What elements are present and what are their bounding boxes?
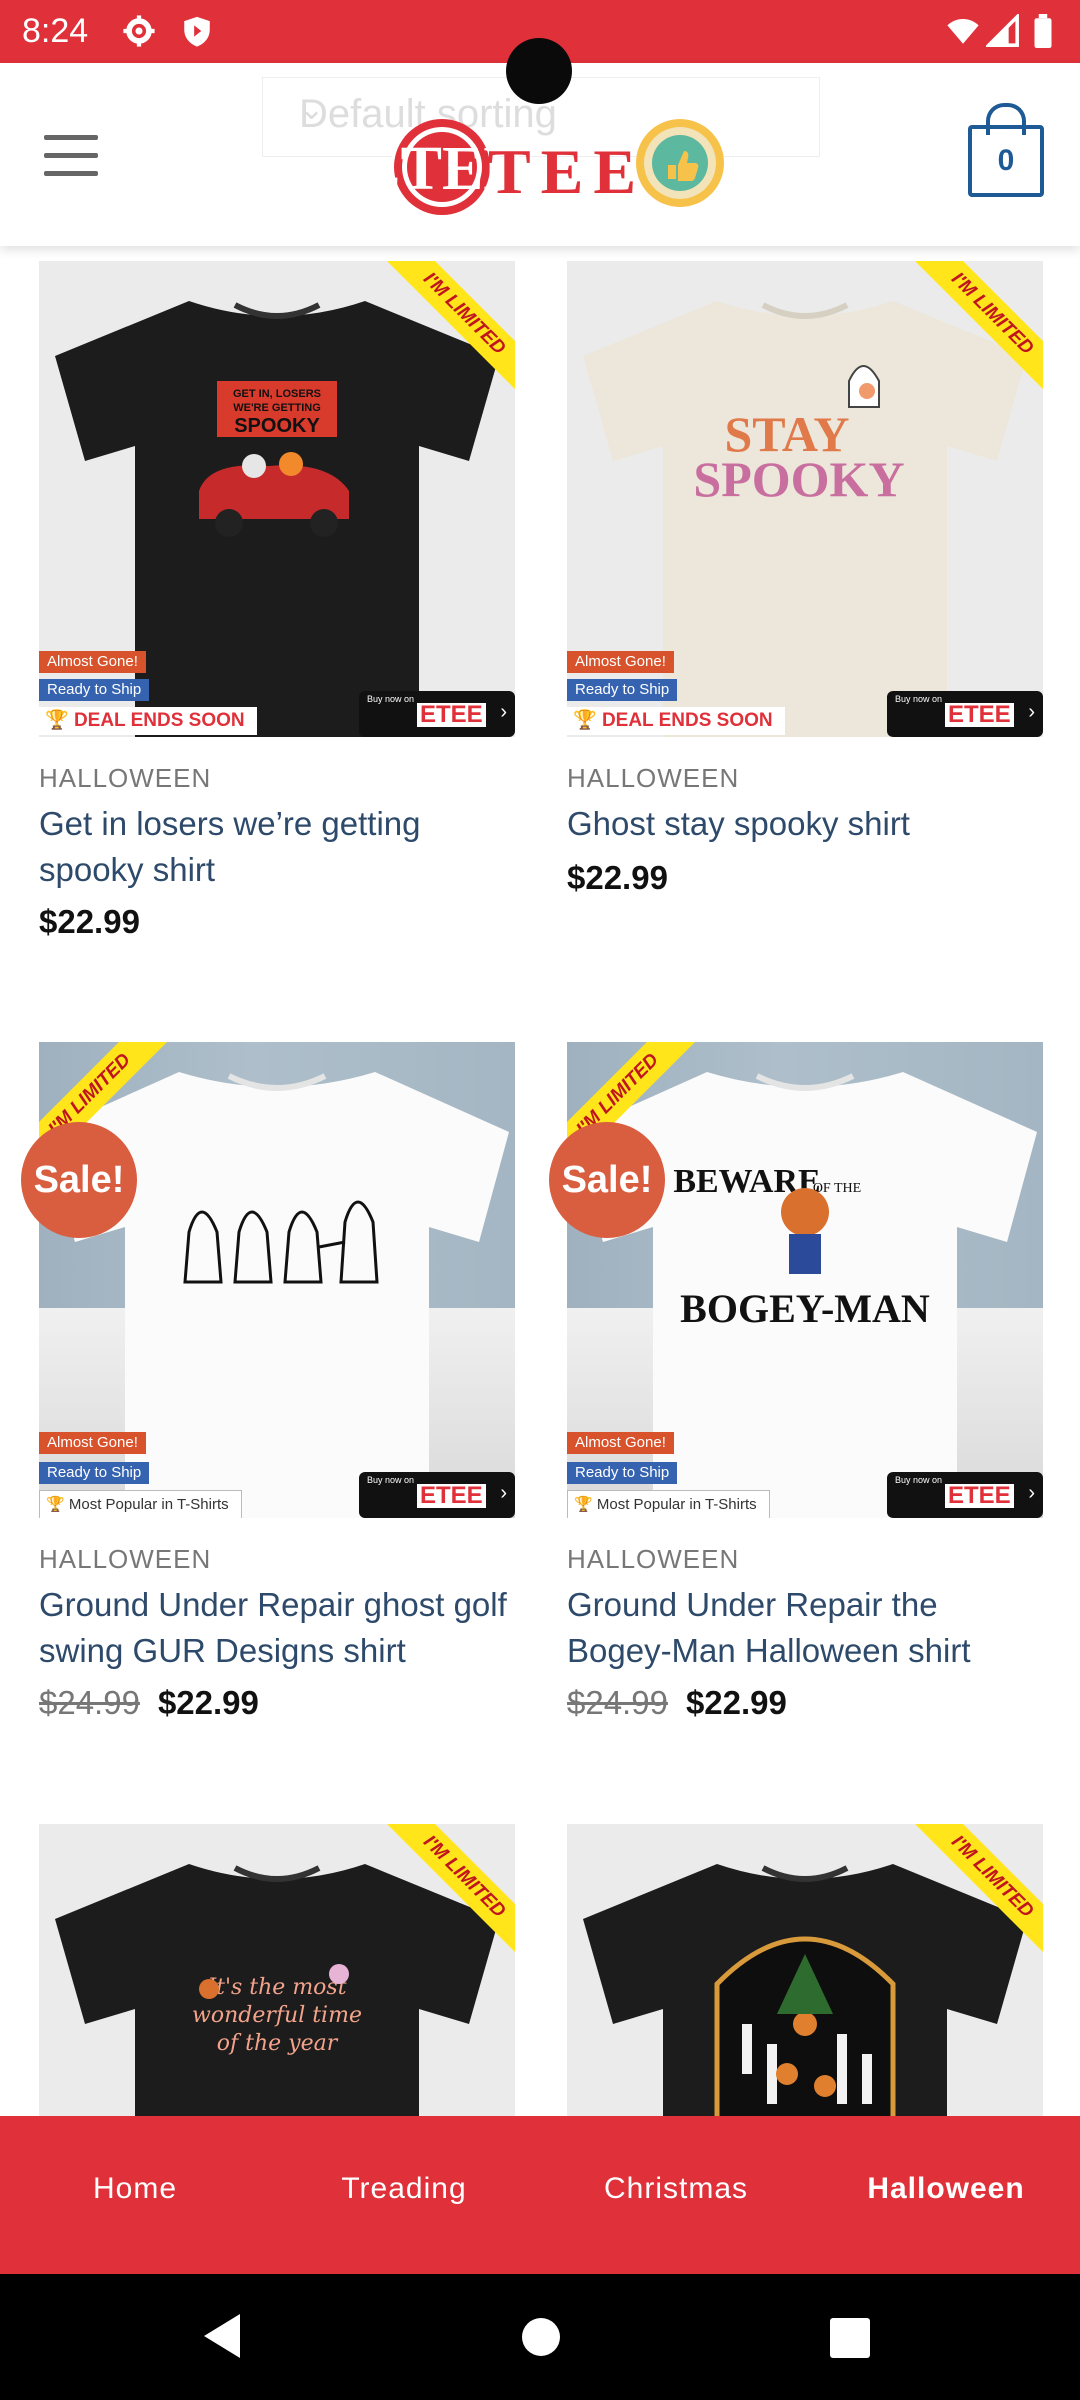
print-line-2: SPOOKY: [693, 451, 904, 507]
ready-to-ship-tag: Ready to Ship: [39, 1462, 150, 1484]
ready-to-ship-tag: Ready to Ship: [567, 1462, 678, 1484]
product-price: $24.99 $22.99: [567, 1684, 787, 1722]
deal-ends-strip: 🏆 DEAL ENDS SOON: [567, 707, 785, 735]
product-name[interactable]: Ghost stay spooky shirt: [567, 801, 1047, 847]
settings-gear-icon: [123, 15, 155, 47]
product-category[interactable]: HALLOWEEN: [567, 763, 739, 794]
nav-tab-halloween[interactable]: Halloween: [848, 2172, 1044, 2206]
back-icon[interactable]: [204, 2314, 240, 2358]
sale-badge: Sale!: [549, 1122, 665, 1238]
system-nav-bar: [0, 2274, 1080, 2400]
product-card[interactable]: I'M LIMITED Almost Gone! Ready to Ship 🏆…: [21, 1042, 515, 1721]
product-name[interactable]: Ground Under Repair the Bogey-Man Hallow…: [567, 1582, 1047, 1674]
hamburger-menu-icon[interactable]: [44, 135, 98, 179]
chevron-right-icon: ›: [500, 1482, 507, 1504]
product-image[interactable]: I'M LIMITED Almost Gone! Ready to Ship 🏆…: [39, 1042, 515, 1518]
old-price: $24.99: [567, 1684, 668, 1721]
print-line-3: of the year: [217, 2031, 339, 2056]
print-line-2: WE'RE GETTING: [233, 402, 321, 414]
almost-gone-tag: Almost Gone!: [567, 1432, 674, 1454]
chevron-right-icon: ›: [1028, 1482, 1035, 1504]
deal-ends-strip: 🏆 DEAL ENDS SOON: [39, 707, 257, 735]
most-popular-text: Most Popular in T-Shirts: [596, 1496, 757, 1513]
cart-button[interactable]: 0: [968, 103, 1044, 197]
camera-cutout: [506, 38, 572, 104]
buy-now-logo: ETEE: [417, 1484, 486, 1508]
product-image[interactable]: BEWARE OF THE BOGEY-MAN I'M LIMITED Almo…: [567, 1042, 1043, 1518]
wifi-icon: [947, 18, 979, 44]
product-card[interactable]: STAY SPOOKY I'M LIMITED Almost Gone! Rea…: [567, 261, 1043, 896]
recent-apps-icon[interactable]: [830, 2318, 870, 2358]
buy-now-text: Buy now on: [367, 694, 415, 704]
ready-to-ship-tag: Ready to Ship: [567, 679, 678, 701]
buy-now-badge: Buy now on ETEE ›: [359, 1472, 515, 1518]
chevron-right-icon: ›: [1028, 701, 1035, 723]
almost-gone-tag: Almost Gone!: [567, 651, 674, 673]
site-logo[interactable]: ETEE TEE: [392, 103, 728, 227]
product-category[interactable]: HALLOWEEN: [39, 1544, 211, 1575]
sale-badge: Sale!: [21, 1122, 137, 1238]
almost-gone-tag: Almost Gone!: [39, 1432, 146, 1454]
home-icon[interactable]: [522, 2318, 560, 2356]
ready-to-ship-tag: Ready to Ship: [39, 679, 150, 701]
logo-wordmark-text: TEE: [488, 136, 636, 207]
buy-now-logo: ETEE: [945, 1484, 1014, 1508]
deal-ends-text: DEAL ENDS SOON: [73, 710, 245, 731]
buy-now-badge: Buy now on ETEE ›: [887, 1472, 1043, 1518]
nav-tab-treading[interactable]: Treading: [306, 2172, 502, 2206]
almost-gone-tag: Almost Gone!: [39, 651, 146, 673]
product-name[interactable]: Get in losers we’re getting spooky shirt: [39, 801, 519, 893]
product-image[interactable]: STAY SPOOKY I'M LIMITED Almost Gone! Rea…: [567, 261, 1043, 737]
buy-now-text: Buy now on: [895, 1475, 943, 1485]
product-name[interactable]: Ground Under Repair ghost golf swing GUR…: [39, 1582, 519, 1674]
nav-tab-home[interactable]: Home: [40, 2172, 230, 2206]
print-line-3: BOGEY-MAN: [680, 1286, 930, 1331]
print-line-1: It's the most: [206, 1975, 346, 2000]
buy-now-logo: ETEE: [417, 703, 486, 727]
most-popular-strip: 🏆 Most Popular in T-Shirts: [39, 1490, 242, 1518]
buy-now-text: Buy now on: [367, 1475, 415, 1485]
buy-now-logo: ETEE: [945, 703, 1014, 727]
status-time: 8:24: [22, 12, 89, 50]
shield-icon: [184, 16, 210, 47]
most-popular-text: Most Popular in T-Shirts: [68, 1496, 229, 1513]
product-image[interactable]: GET IN, LOSERS WE'RE GETTING SPOOKY I'M …: [39, 261, 515, 737]
product-price: $24.99 $22.99: [39, 1684, 259, 1722]
bottom-nav: Home Treading Christmas Halloween: [0, 2116, 1080, 2274]
current-price: $22.99: [39, 903, 140, 940]
print-line-3: SPOOKY: [234, 415, 320, 437]
product-card[interactable]: BEWARE OF THE BOGEY-MAN I'M LIMITED Almo…: [549, 1042, 1043, 1721]
current-price: $22.99: [567, 859, 668, 896]
buy-now-badge: Buy now on ETEE ›: [359, 691, 515, 737]
old-price: $24.99: [39, 1684, 140, 1721]
product-price: $22.99: [39, 903, 140, 941]
product-price: $22.99: [567, 859, 668, 897]
buy-now-text: Buy now on: [895, 694, 943, 704]
most-popular-strip: 🏆 Most Popular in T-Shirts: [567, 1490, 770, 1518]
nav-tab-christmas[interactable]: Christmas: [578, 2172, 774, 2206]
chevron-right-icon: ›: [500, 701, 507, 723]
signal-icon: [986, 14, 1019, 47]
deal-ends-text: DEAL ENDS SOON: [601, 710, 773, 731]
current-price: $22.99: [157, 1684, 259, 1721]
battery-icon: [1034, 14, 1052, 48]
print-line-1: GET IN, LOSERS: [233, 388, 321, 400]
current-price: $22.99: [685, 1684, 787, 1721]
product-category[interactable]: HALLOWEEN: [567, 1544, 739, 1575]
cart-count: 0: [968, 125, 1044, 197]
product-card[interactable]: GET IN, LOSERS WE'RE GETTING SPOOKY I'M …: [39, 261, 515, 940]
product-category[interactable]: HALLOWEEN: [39, 763, 211, 794]
buy-now-badge: Buy now on ETEE ›: [887, 691, 1043, 737]
print-line-2: wonderful time: [192, 2003, 362, 2028]
